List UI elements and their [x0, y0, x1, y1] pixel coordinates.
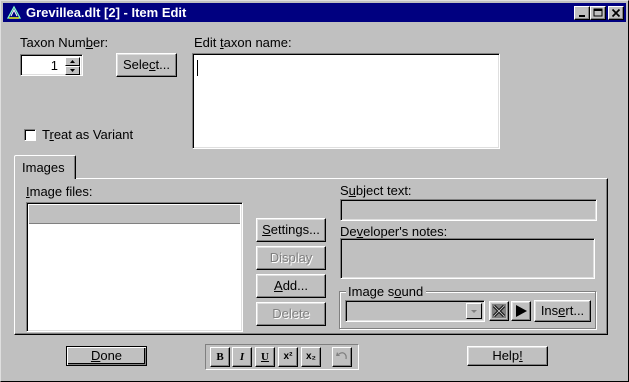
image-files-header — [29, 205, 240, 224]
taxon-number-field[interactable]: 1 — [20, 54, 83, 76]
superscript-button[interactable]: x² — [278, 347, 298, 367]
close-button[interactable] — [608, 6, 624, 20]
subject-text-field[interactable] — [340, 199, 597, 221]
bold-button[interactable]: B — [210, 347, 230, 367]
maximize-button[interactable] — [590, 6, 606, 20]
select-button[interactable]: Select... — [116, 53, 177, 77]
undo-button[interactable] — [332, 347, 352, 367]
spin-down-button[interactable] — [65, 66, 80, 75]
italic-button[interactable]: I — [232, 347, 252, 367]
item-edit-window: Grevillea.dlt [2] - Item Edit Taxon Numb… — [0, 0, 629, 382]
image-sound-select[interactable] — [345, 300, 485, 322]
arrow-up-icon — [70, 60, 75, 63]
image-sound-label: Image sound — [346, 284, 427, 299]
arrow-down-icon — [70, 69, 75, 72]
subject-text-label: Subject text: — [340, 183, 412, 198]
subscript-icon: x₂ — [305, 351, 316, 362]
developers-notes-field[interactable] — [340, 238, 595, 279]
app-icon — [6, 5, 22, 19]
tab-images-label: Images — [22, 160, 65, 175]
edit-taxon-name-label: Edit taxon name: — [194, 35, 292, 50]
clear-sound-button[interactable] — [489, 301, 509, 321]
text-cursor — [197, 60, 198, 76]
underline-button[interactable]: U — [255, 347, 275, 367]
settings-button[interactable]: Settings... — [256, 218, 326, 242]
add-button[interactable]: Add... — [256, 274, 326, 298]
bold-icon: B — [216, 351, 224, 363]
display-button[interactable]: Display — [256, 246, 326, 270]
delete-x-icon — [492, 304, 506, 318]
developers-notes-label: Developer's notes: — [340, 224, 448, 239]
undo-icon — [336, 352, 347, 360]
taxon-name-textarea[interactable] — [192, 53, 500, 149]
title-bar[interactable]: Grevillea.dlt [2] - Item Edit — [3, 3, 626, 22]
italic-icon: I — [239, 351, 245, 363]
minimize-icon — [579, 15, 585, 17]
dropdown-button[interactable] — [466, 303, 482, 319]
window-title: Grevillea.dlt [2] - Item Edit — [26, 5, 187, 20]
maximize-icon — [593, 8, 603, 17]
delete-button[interactable]: Delete — [256, 302, 326, 326]
chevron-down-icon — [471, 310, 477, 313]
close-icon — [611, 8, 621, 18]
taxon-number-value: 1 — [50, 58, 58, 73]
superscript-icon: x² — [283, 351, 293, 362]
taxon-number-label: Taxon Number: — [20, 35, 109, 50]
spin-up-button[interactable] — [65, 57, 80, 66]
tab-images[interactable]: Images — [14, 155, 76, 179]
play-icon — [516, 305, 527, 317]
underline-icon: U — [261, 351, 269, 363]
done-button[interactable]: Done — [66, 346, 147, 366]
subscript-button[interactable]: x₂ — [301, 347, 321, 367]
image-files-list[interactable] — [26, 202, 243, 332]
treat-as-variant-checkbox[interactable] — [24, 129, 36, 141]
minimize-button[interactable] — [574, 6, 590, 20]
insert-button[interactable]: Insert... — [534, 300, 591, 322]
help-button[interactable]: Help! — [467, 346, 548, 366]
treat-as-variant-label: Treat as Variant — [42, 127, 134, 142]
play-sound-button[interactable] — [511, 301, 531, 321]
image-files-label: Image files: — [26, 184, 93, 199]
